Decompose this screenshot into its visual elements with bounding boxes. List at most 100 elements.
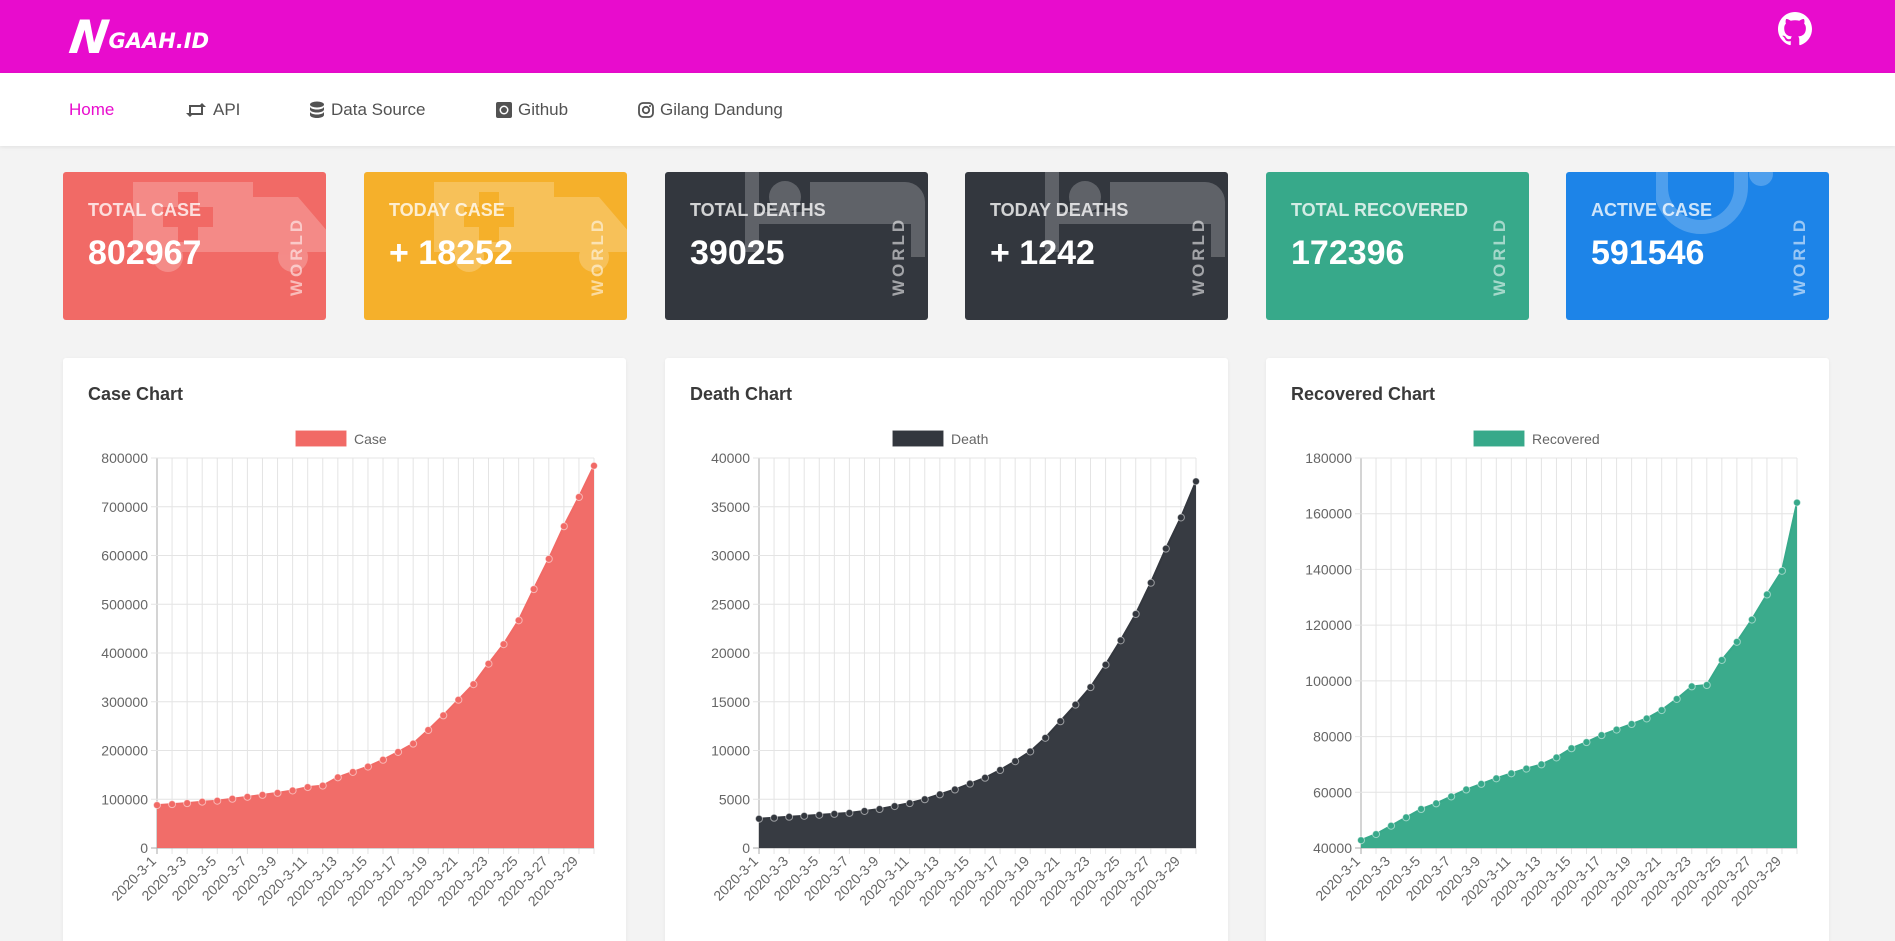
data-point[interactable] [484,659,493,668]
data-point[interactable] [544,554,553,563]
data-point[interactable] [529,585,538,594]
data-point[interactable] [379,755,388,764]
data-point[interactable] [1717,655,1726,664]
nav-item-instagram[interactable]: Gilang Dandung [638,73,783,146]
github-icon[interactable] [1778,12,1812,46]
data-point[interactable] [454,695,463,704]
data-point[interactable] [1537,760,1546,769]
data-point[interactable] [1041,733,1050,742]
data-point[interactable] [574,493,583,501]
data-point[interactable] [1146,578,1155,587]
data-point[interactable] [213,796,222,805]
data-point[interactable] [1477,779,1486,788]
data-point[interactable] [409,739,418,748]
data-point[interactable] [168,800,177,809]
data-point[interactable] [875,805,884,813]
data-point[interactable] [469,680,478,689]
data-point[interactable] [905,799,914,808]
data-point[interactable] [1026,747,1035,756]
data-point[interactable] [1387,821,1396,830]
data-point[interactable] [1492,774,1501,783]
data-point[interactable] [590,461,598,470]
data-point[interactable] [800,811,809,820]
data-point[interactable] [1747,615,1756,624]
data-point[interactable] [303,783,312,792]
data-point[interactable] [363,762,372,771]
data-point[interactable] [559,522,568,531]
data-point[interactable] [1357,836,1365,845]
data-point[interactable] [996,766,1005,774]
data-point[interactable] [920,795,929,804]
data-point[interactable] [333,773,342,782]
data-point[interactable] [514,616,523,625]
data-point[interactable] [348,767,357,776]
nav-item-api[interactable]: API [185,73,240,146]
data-point[interactable] [1567,744,1576,753]
site-logo[interactable]: N GAAH.ID [66,10,209,64]
data-point[interactable] [1597,731,1606,740]
data-point[interactable] [1687,682,1696,691]
data-point[interactable] [1071,700,1080,709]
data-point[interactable] [1372,830,1381,839]
data-point[interactable] [1657,706,1666,715]
data-point[interactable] [1777,566,1786,575]
data-point[interactable] [183,799,192,808]
data-point[interactable] [1582,738,1591,747]
data-point[interactable] [1522,764,1531,773]
data-point[interactable] [1101,660,1110,669]
data-point[interactable] [1011,757,1020,766]
data-point[interactable] [1056,717,1065,726]
data-point[interactable] [153,801,161,810]
data-point[interactable] [424,726,433,735]
data-point[interactable] [1192,477,1200,486]
data-point[interactable] [860,806,869,815]
data-point[interactable] [1161,544,1170,553]
data-point[interactable] [830,809,839,818]
data-point[interactable] [273,788,282,797]
data-point[interactable] [770,813,779,822]
data-point[interactable] [950,785,959,794]
nav-item-home[interactable]: Home [69,73,114,146]
data-point[interactable] [1627,720,1636,729]
data-point[interactable] [1417,805,1426,813]
data-point[interactable] [228,794,237,803]
data-point[interactable] [1432,799,1441,808]
chart-legend[interactable]: Death [892,430,988,447]
data-point[interactable] [288,786,297,795]
data-point[interactable] [1642,714,1651,723]
data-point[interactable] [1116,636,1125,645]
chart-legend[interactable]: Case [295,430,387,447]
data-point[interactable] [1131,610,1140,618]
data-point[interactable] [258,790,267,799]
data-point[interactable] [981,773,990,782]
data-point[interactable] [394,747,403,756]
data-point[interactable] [1672,694,1681,703]
data-point[interactable] [935,790,944,799]
nav-item-data-source[interactable]: Data Source [309,73,426,146]
data-point[interactable] [198,797,207,806]
data-point[interactable] [815,810,824,819]
data-point[interactable] [890,802,899,811]
data-point[interactable] [1176,513,1185,522]
data-point[interactable] [1447,792,1456,801]
data-point[interactable] [499,640,508,649]
data-point[interactable] [785,812,794,821]
data-point[interactable] [1507,769,1516,778]
data-point[interactable] [243,792,252,801]
data-point[interactable] [1086,683,1095,692]
data-point[interactable] [1793,498,1801,507]
data-point[interactable] [965,779,974,788]
data-point[interactable] [1612,725,1621,734]
data-point[interactable] [318,781,327,790]
nav-item-github[interactable]: Github [496,73,568,146]
data-point[interactable] [845,808,854,817]
chart-legend[interactable]: Recovered [1473,430,1600,447]
data-point[interactable] [755,814,763,823]
data-point[interactable] [1732,637,1741,646]
data-point[interactable] [1702,681,1711,690]
data-point[interactable] [1762,590,1771,599]
data-point[interactable] [1462,785,1471,794]
data-point[interactable] [1552,753,1561,762]
data-point[interactable] [439,711,448,720]
data-point[interactable] [1402,813,1411,822]
